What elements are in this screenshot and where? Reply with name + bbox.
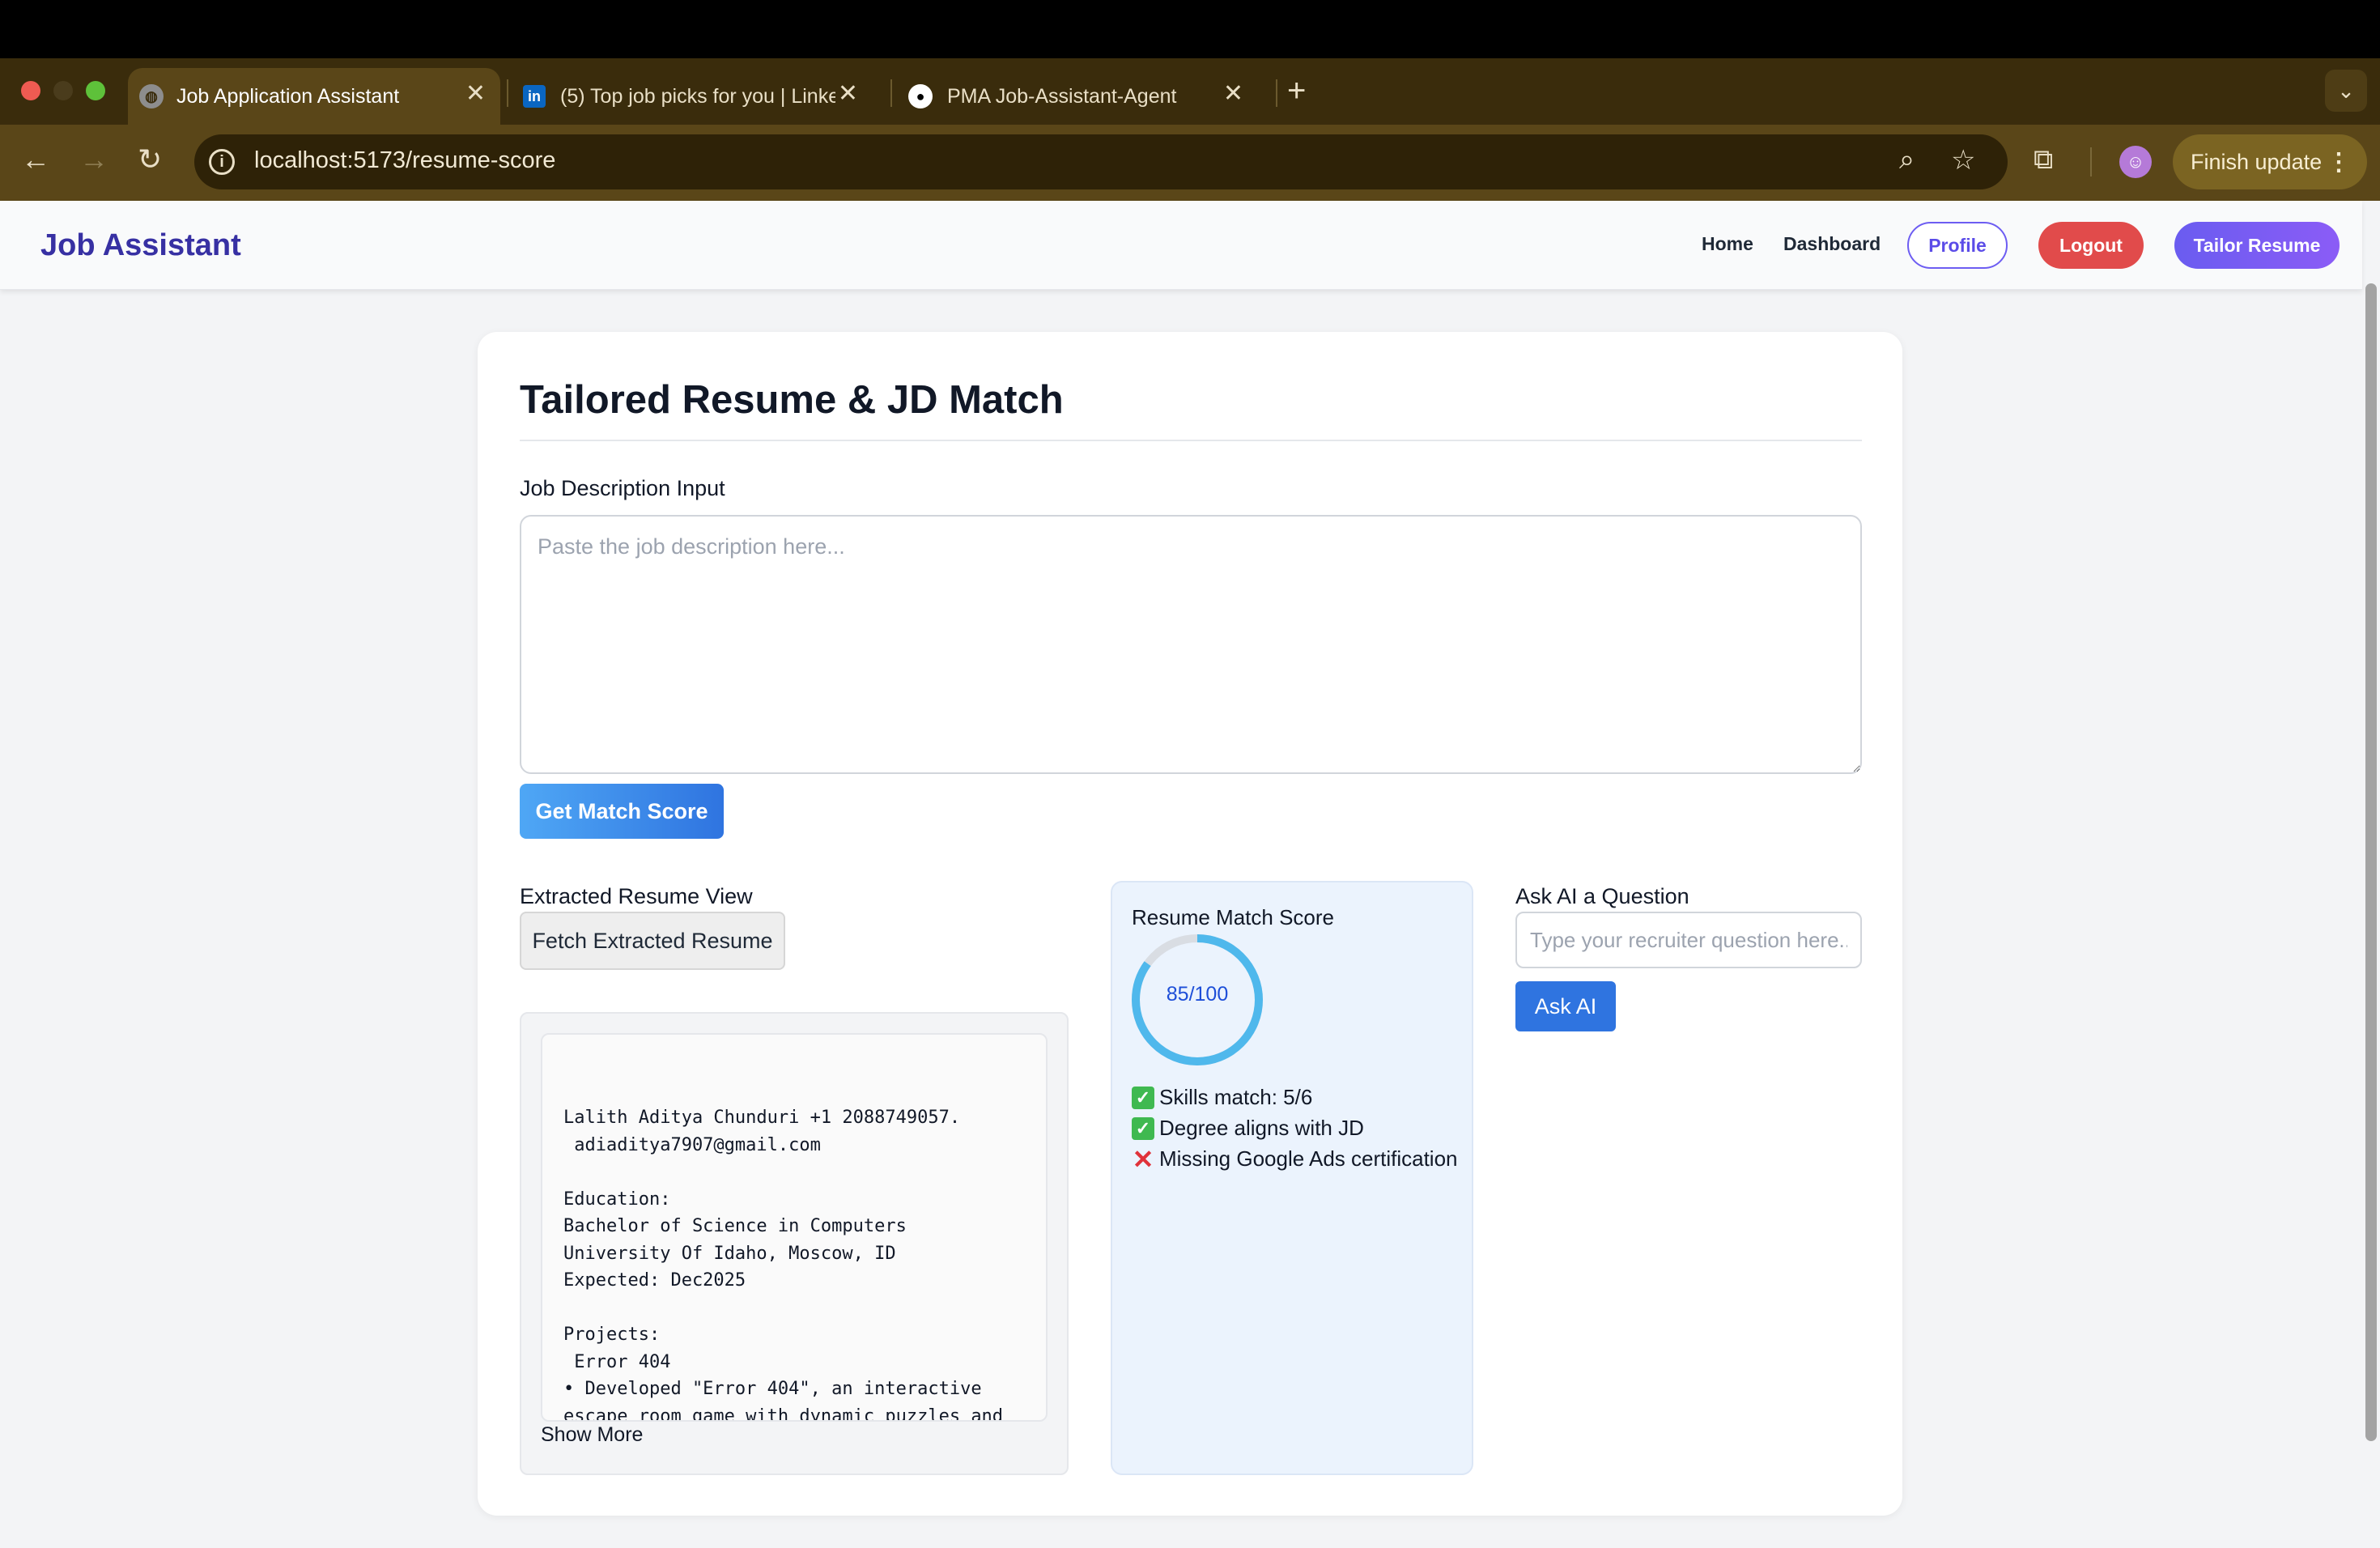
resume-text-box[interactable]: Lalith Aditya Chunduri +1 2088749057. ad… <box>541 1033 1048 1422</box>
tab-separator <box>890 79 892 107</box>
globe-icon: ◍ <box>139 84 164 108</box>
cross-mark-icon: ✕ <box>1132 1144 1154 1174</box>
logout-button[interactable]: Logout <box>2038 222 2144 269</box>
check-item-certification: ✕ Missing Google Ads certification <box>1132 1144 1458 1174</box>
url-text[interactable]: localhost:5173/resume-score <box>254 147 555 174</box>
zoom-icon[interactable]: ⌕ <box>1899 144 1915 176</box>
get-match-score-button[interactable]: Get Match Score <box>520 784 724 839</box>
more-menu-icon[interactable]: ⋮ <box>2327 148 2351 176</box>
score-value: 85/100 <box>1166 983 1229 1006</box>
score-title: Resume Match Score <box>1132 905 1334 929</box>
brand-logo[interactable]: Job Assistant <box>40 228 241 263</box>
finish-update-button[interactable]: Finish update ⋮ <box>2173 134 2367 189</box>
tab-title: (5) Top job picks for you | LinkedIn <box>560 84 835 108</box>
nav-dashboard-link[interactable]: Dashboard <box>1783 233 1881 255</box>
check-item-text: Degree aligns with JD <box>1159 1116 1364 1140</box>
window-zoom-button[interactable] <box>86 81 105 100</box>
github-icon: ● <box>908 84 933 108</box>
resume-view-label: Extracted Resume View <box>520 884 753 908</box>
ask-ai-input[interactable] <box>1515 912 1862 968</box>
app-navbar <box>0 201 2362 290</box>
back-arrow-icon[interactable]: ← <box>21 142 50 176</box>
ask-ai-label: Ask AI a Question <box>1515 884 1689 908</box>
close-icon[interactable]: ✕ <box>1223 79 1243 108</box>
macos-menu-area <box>0 0 2380 58</box>
extensions-puzzle-icon[interactable]: ⧉ <box>2034 144 2053 176</box>
window-close-button[interactable] <box>21 81 40 100</box>
show-more-button[interactable]: Show More <box>541 1423 643 1447</box>
tailor-resume-button[interactable]: Tailor Resume <box>2174 222 2340 269</box>
tab-separator <box>1276 79 1277 107</box>
job-description-textarea[interactable] <box>520 515 1862 774</box>
check-item-text: Skills match: 5/6 <box>1159 1085 1313 1109</box>
linkedin-icon: in <box>523 85 546 108</box>
check-item-text: Missing Google Ads certification <box>1159 1146 1458 1171</box>
tab-linkedin[interactable]: in (5) Top job picks for you | LinkedIn … <box>515 68 887 125</box>
check-mark-icon: ✓ <box>1132 1116 1154 1140</box>
window-minimize-button[interactable] <box>53 81 73 100</box>
new-tab-button[interactable]: + <box>1287 73 1306 109</box>
fetch-extracted-resume-button[interactable]: Fetch Extracted Resume <box>520 912 785 970</box>
profile-avatar-icon[interactable]: ☺ <box>2119 146 2152 178</box>
profile-button[interactable]: Profile <box>1907 222 2008 269</box>
resume-text: Lalith Aditya Chunduri +1 2088749057. ad… <box>563 1108 1004 1422</box>
tab-separator <box>507 79 508 107</box>
forward-arrow-icon[interactable]: → <box>79 142 108 176</box>
close-icon[interactable]: ✕ <box>838 79 858 108</box>
tab-job-application-assistant[interactable]: ◍ Job Application Assistant ✕ <box>128 68 500 125</box>
tab-title: PMA Job-Assistant-Agent <box>947 84 1177 108</box>
tab-search-chevron-icon[interactable]: ⌄ <box>2325 70 2367 112</box>
page-title: Tailored Resume & JD Match <box>520 378 1064 422</box>
tab-github[interactable]: ● PMA Job-Assistant-Agent ✕ <box>900 68 1273 125</box>
tab-title: Job Application Assistant <box>176 84 400 108</box>
jd-input-label: Job Description Input <box>520 476 725 500</box>
scrollbar-thumb[interactable] <box>2365 283 2377 1441</box>
site-info-icon[interactable]: i <box>209 149 235 175</box>
check-item-skills: ✓ Skills match: 5/6 <box>1132 1085 1312 1110</box>
nav-home-link[interactable]: Home <box>1702 233 1753 255</box>
check-item-degree: ✓ Degree aligns with JD <box>1132 1116 1364 1141</box>
ask-ai-button[interactable]: Ask AI <box>1515 981 1616 1031</box>
title-divider <box>520 440 1862 441</box>
finish-update-label: Finish update <box>2191 149 2323 174</box>
check-mark-icon: ✓ <box>1132 1086 1154 1109</box>
close-icon[interactable]: ✕ <box>465 79 486 108</box>
toolbar-divider <box>2090 147 2092 176</box>
reload-icon[interactable]: ↻ <box>138 142 162 176</box>
bookmark-star-icon[interactable]: ☆ <box>1951 144 1975 176</box>
